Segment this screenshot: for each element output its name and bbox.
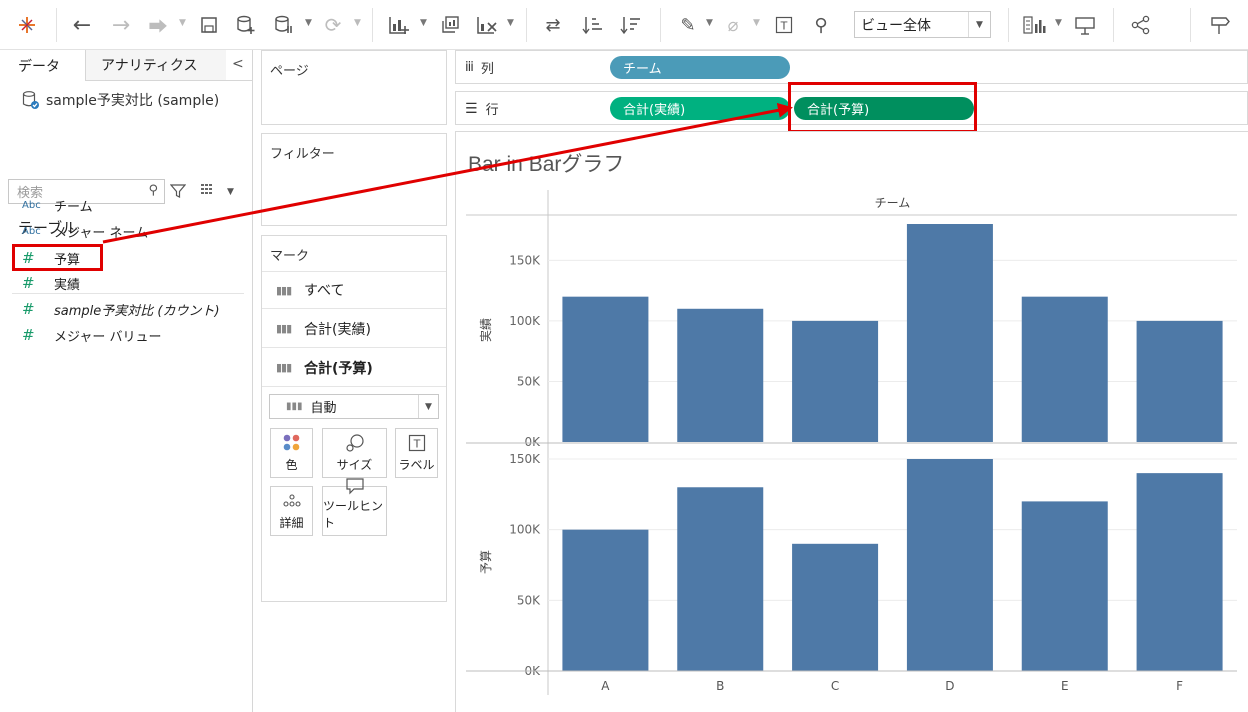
bar-f: [1136, 320, 1223, 442]
column-header-label: チーム: [875, 196, 911, 210]
y-tick-label: 50K: [517, 593, 541, 607]
bar-a: [562, 296, 649, 442]
x-tick-label: B: [716, 679, 724, 693]
x-tick-label: D: [945, 679, 954, 693]
y-tick-label: 150K: [509, 253, 541, 267]
x-tick-label: A: [601, 679, 610, 693]
x-tick-label: C: [831, 679, 839, 693]
bar-f: [1136, 473, 1223, 671]
chart-canvas: チーム0K50K100K150K実績0K50K100K150K予算A B C D E F: [466, 190, 1237, 695]
bar-a: [562, 529, 649, 671]
bar-d: [906, 224, 993, 442]
y-tick-label: 50K: [517, 374, 541, 388]
bar-b: [677, 487, 764, 671]
bar-e: [1021, 296, 1108, 442]
y-axis-title: 予算: [478, 550, 493, 574]
bar-c: [792, 320, 879, 442]
y-tick-label: 150K: [509, 452, 541, 466]
y-tick-label: 100K: [509, 314, 541, 328]
bar-d: [906, 459, 993, 671]
y-tick-label: 0K: [524, 435, 541, 449]
y-axis-title: 実績: [478, 318, 493, 342]
bar-e: [1021, 501, 1108, 671]
x-tick-label: E: [1061, 679, 1069, 693]
bar-c: [792, 543, 879, 671]
bar-b: [677, 308, 764, 442]
y-tick-label: 100K: [509, 523, 541, 537]
x-tick-label: F: [1176, 679, 1183, 693]
